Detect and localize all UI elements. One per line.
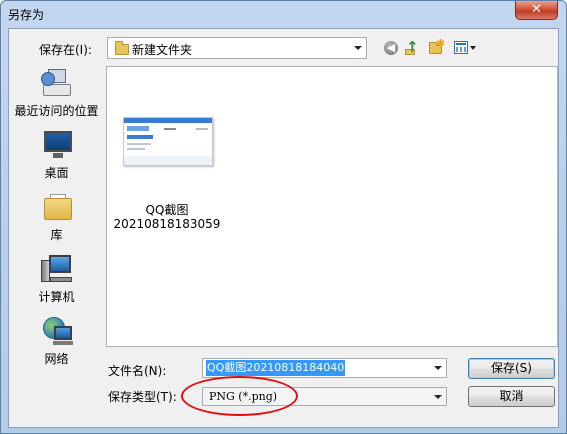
up-one-level-button[interactable]: ↑ xyxy=(403,40,421,56)
new-folder-button[interactable]: ✱ xyxy=(427,37,446,56)
dialog-body: 保存在(I): 新建文件夹 ◀ ↑ ✱ 最近访问的位置 桌面 库 计算机 网络 … xyxy=(8,28,559,428)
folder-icon xyxy=(115,41,129,55)
filename-input[interactable]: QQ截图20210818184040 xyxy=(202,358,447,378)
place-label: 库 xyxy=(50,228,63,242)
file-list[interactable]: QQ截图 20210818183059 xyxy=(106,66,558,347)
recent-places-icon xyxy=(41,69,73,99)
place-desktop[interactable]: 桌面 xyxy=(12,129,101,191)
window-title: 另存为 xyxy=(8,8,45,22)
sparkle-icon: ✱ xyxy=(436,37,446,50)
filetype-label: 保存类型(T): xyxy=(108,390,177,404)
chevron-down-icon[interactable] xyxy=(434,366,442,370)
place-label: 最近访问的位置 xyxy=(14,104,99,118)
place-label: 计算机 xyxy=(38,290,75,304)
save-in-value: 新建文件夹 xyxy=(132,43,193,57)
place-computer[interactable]: 计算机 xyxy=(12,253,101,315)
up-arrow-icon: ↑ xyxy=(406,38,419,56)
file-name-timestamp: 20210818183059 xyxy=(113,217,221,231)
view-menu-button[interactable] xyxy=(453,40,479,56)
filename-label: 文件名(N): xyxy=(108,364,167,378)
place-label: 桌面 xyxy=(44,166,69,180)
desktop-icon xyxy=(41,131,73,161)
image-thumbnail xyxy=(123,117,213,166)
network-icon xyxy=(41,317,73,347)
save-as-dialog: 另存为 ✕ 保存在(I): 新建文件夹 ◀ ↑ ✱ 最近访问的位置 桌面 库 计… xyxy=(0,0,567,434)
filename-value: QQ截图20210818184040 xyxy=(206,360,346,376)
place-label: 网络 xyxy=(44,352,69,366)
chevron-down-icon xyxy=(434,395,442,399)
cancel-button[interactable]: 取消 xyxy=(468,386,555,407)
back-button[interactable]: ◀ xyxy=(382,40,400,56)
back-arrow-icon: ◀ xyxy=(384,41,398,55)
chevron-down-icon xyxy=(354,46,362,50)
chevron-down-icon xyxy=(470,46,476,50)
save-button[interactable]: 保存(S) xyxy=(468,358,555,379)
save-in-dropdown[interactable]: 新建文件夹 xyxy=(107,37,367,59)
view-details-icon xyxy=(454,41,468,54)
close-icon: ✕ xyxy=(531,2,542,17)
close-button[interactable]: ✕ xyxy=(515,1,558,20)
place-recent[interactable]: 最近访问的位置 xyxy=(12,67,101,129)
save-in-label: 保存在(I): xyxy=(39,43,92,57)
place-network[interactable]: 网络 xyxy=(12,315,101,377)
libraries-icon xyxy=(41,193,73,223)
places-bar: 最近访问的位置 桌面 库 计算机 网络 xyxy=(12,67,101,366)
title-bar[interactable]: 另存为 ✕ xyxy=(1,1,566,27)
file-name: QQ截图 xyxy=(145,203,189,217)
place-libraries[interactable]: 库 xyxy=(12,191,101,253)
computer-icon xyxy=(41,255,73,285)
annotation-ellipse xyxy=(181,376,298,416)
